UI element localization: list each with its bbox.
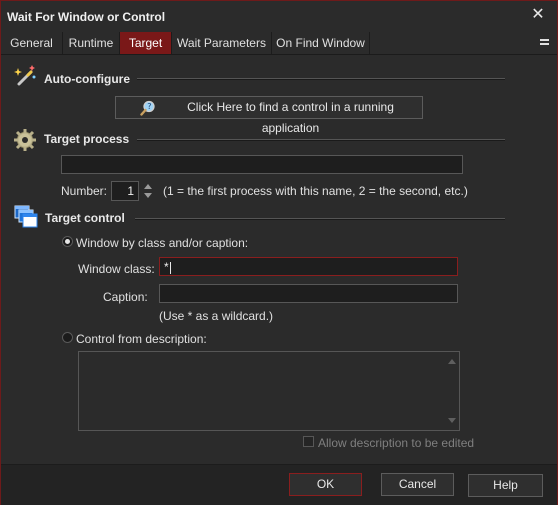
magic-wand-icon [14, 65, 36, 86]
windows-stack-icon [14, 205, 38, 228]
tab-wait-parameters[interactable]: Wait Parameters [172, 32, 272, 54]
close-icon[interactable]: ✕ [529, 6, 547, 24]
radio-window-class-caption[interactable] [62, 236, 73, 247]
scroll-up-icon[interactable] [448, 359, 456, 364]
find-control-button-label: Click Here to find a control in a runnin… [187, 100, 394, 135]
tab-on-find-window[interactable]: On Find Window [272, 32, 370, 54]
target-process-title: Target process [44, 132, 130, 146]
description-textarea[interactable] [78, 351, 460, 431]
auto-configure-title: Auto-configure [44, 72, 130, 86]
chevron-up-icon[interactable] [144, 184, 152, 189]
text-cursor [169, 261, 171, 274]
allow-edit-label: Allow description to be edited [318, 436, 475, 450]
title-bar: Wait For Window or Control ✕ [1, 1, 557, 32]
tab-runtime[interactable]: Runtime [63, 32, 120, 54]
section-divider [135, 218, 505, 220]
process-number-spinner[interactable] [141, 181, 155, 201]
wildcard-hint: (Use * as a wildcard.) [159, 309, 274, 323]
cancel-button[interactable]: Cancel [381, 473, 454, 496]
target-control-title: Target control [45, 211, 125, 225]
magnifier-icon: ? [140, 100, 155, 116]
window-title: Wait For Window or Control [7, 10, 166, 24]
number-hint: (1 = the first process with this name, 2… [163, 184, 468, 198]
caption-input[interactable] [159, 284, 458, 303]
tab-overflow-menu-icon[interactable] [538, 35, 552, 51]
scroll-down-icon[interactable] [448, 418, 456, 423]
radio-control-description-label[interactable]: Control from description: [76, 332, 207, 346]
ok-button[interactable]: OK [289, 473, 362, 496]
find-control-button[interactable]: ? Click Here to find a control in a runn… [115, 96, 423, 135]
process-number-input[interactable]: 1 [111, 181, 139, 201]
help-button[interactable]: Help [468, 474, 543, 497]
dialog-footer: OK Cancel Help [1, 464, 557, 505]
tab-general[interactable]: General [1, 32, 63, 54]
radio-control-description[interactable] [62, 332, 73, 343]
process-name-input[interactable] [61, 155, 463, 174]
window-class-value: * [164, 260, 169, 274]
allow-edit-checkbox[interactable] [303, 436, 314, 447]
gear-cog-icon [14, 129, 36, 151]
svg-text:?: ? [147, 102, 151, 111]
section-divider [137, 139, 505, 141]
section-divider [137, 78, 505, 80]
caption-label: Caption: [103, 290, 148, 304]
dialog-window: Wait For Window or Control ✕ General Run… [0, 0, 558, 505]
number-label: Number: [61, 184, 108, 198]
tab-bar: General Runtime Target Wait Parameters O… [1, 32, 557, 55]
chevron-down-icon[interactable] [144, 193, 152, 198]
target-tab-content: Auto-configure ? Click Here to find a co… [1, 55, 557, 464]
window-class-label: Window class: [78, 262, 155, 276]
radio-window-class-caption-label[interactable]: Window by class and/or caption: [76, 236, 248, 250]
tab-target[interactable]: Target [120, 32, 172, 54]
window-class-input[interactable]: * [159, 257, 458, 276]
